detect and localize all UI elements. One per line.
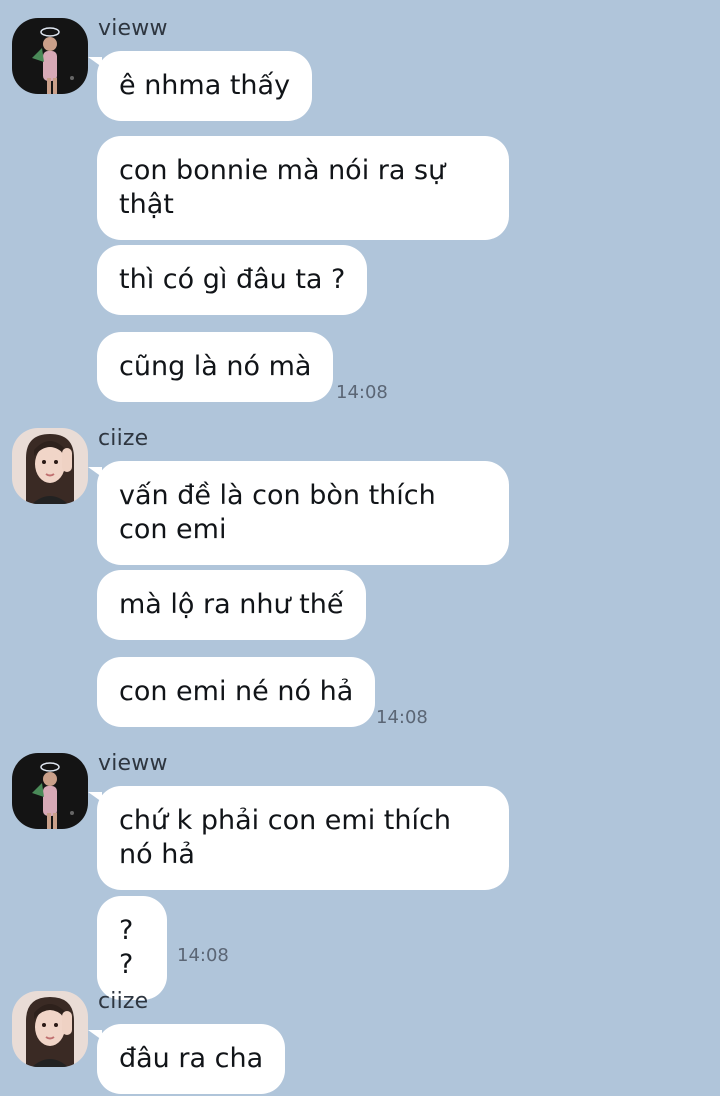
avatar-vieww-icon[interactable]: [12, 753, 88, 829]
message-bubble[interactable]: vấn đề là con bòn thích con emi: [88, 461, 509, 565]
message-bubble[interactable]: cũng là nó mà: [97, 332, 334, 402]
sender-name: vieww: [98, 751, 168, 776]
message-bubble[interactable]: mà lộ ra như thế: [97, 570, 366, 640]
message-timestamp: 14:08: [336, 382, 388, 403]
message-timestamp: 14:08: [376, 707, 428, 728]
avatar-ciize-icon[interactable]: [12, 991, 88, 1067]
avatar-vieww-icon[interactable]: [12, 18, 88, 94]
sender-name: ciize: [98, 426, 149, 451]
message-bubble[interactable]: con emi né nó hả: [97, 657, 376, 727]
avatar-ciize-icon[interactable]: [12, 428, 88, 504]
message-bubble[interactable]: thì có gì đâu ta ?: [97, 245, 368, 315]
message-bubble[interactable]: ??: [97, 896, 167, 1000]
sender-name: ciize: [98, 989, 149, 1014]
message-bubble[interactable]: chứ k phải con emi thích nó hả: [88, 786, 509, 890]
message-bubble[interactable]: ê nhma thấy: [87, 51, 313, 121]
chat-area[interactable]: vieww ê nhma thấy con bonnie mà nói ra s…: [0, 0, 720, 1096]
sender-name: vieww: [98, 16, 168, 41]
message-timestamp: 14:08: [177, 945, 229, 966]
message-bubble[interactable]: đâu ra cha: [87, 1024, 286, 1094]
message-bubble[interactable]: con bonnie mà nói ra sự thật: [97, 136, 509, 240]
